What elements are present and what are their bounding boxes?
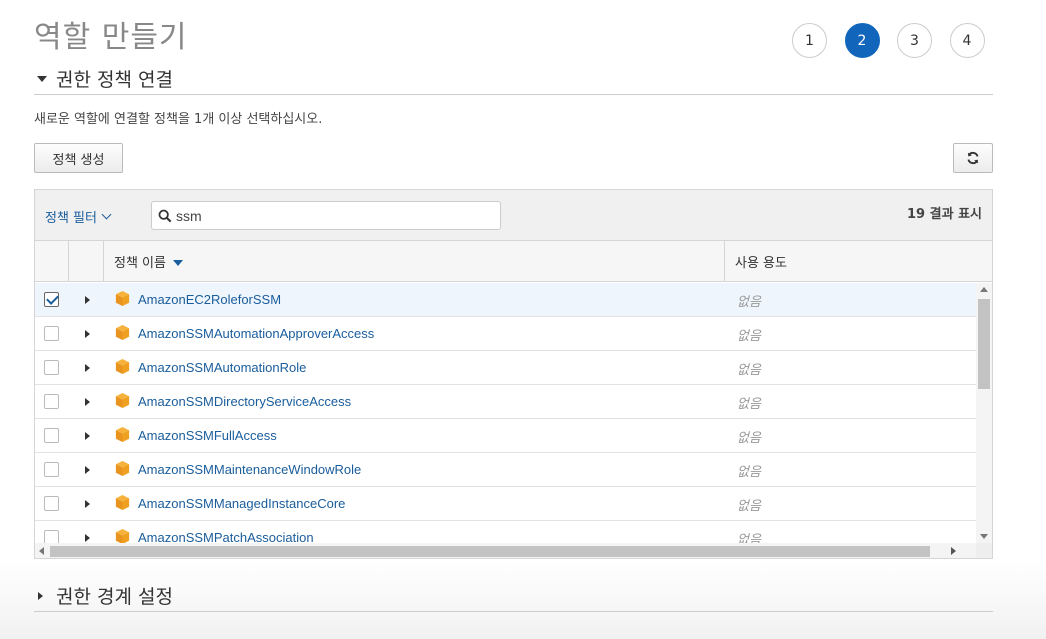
table-row[interactable]: AmazonSSMManagedInstanceCore 없음 (35, 487, 976, 521)
section-permission-boundary-header[interactable]: 권한 경계 설정 (34, 580, 993, 612)
section-attach-policies-title: 권한 정책 연결 (56, 69, 173, 91)
policy-usage: 없음 (737, 533, 761, 543)
policy-usage: 없음 (737, 295, 761, 310)
policy-name-link[interactable]: AmazonSSMDirectoryServiceAccess (138, 394, 351, 409)
policy-name-link[interactable]: AmazonSSMFullAccess (138, 428, 277, 443)
expand-row-icon[interactable] (85, 364, 90, 372)
expand-row-icon[interactable] (85, 398, 90, 406)
horizontal-scroll-thumb[interactable] (50, 546, 930, 557)
table-row[interactable]: AmazonSSMPatchAssociation 없음 (35, 521, 976, 543)
header-select-col (35, 241, 69, 282)
wizard-steps: 1 2 3 4 (792, 23, 1002, 58)
aws-policy-cube-icon (115, 324, 130, 341)
scroll-left-icon[interactable] (39, 547, 44, 555)
policy-name-link[interactable]: AmazonSSMAutomationRole (138, 360, 306, 375)
scrollbar-corner (976, 543, 992, 558)
policy-usage: 없음 (737, 363, 761, 378)
aws-policy-cube-icon (115, 290, 130, 307)
header-policy-name[interactable]: 정책 이름 (104, 241, 725, 282)
table-row[interactable]: AmazonEC2RoleforSSM 없음 (35, 283, 976, 317)
aws-policy-cube-icon (115, 392, 130, 409)
create-policy-button[interactable]: 정책 생성 (34, 143, 123, 173)
scroll-right-icon[interactable] (951, 547, 956, 555)
row-checkbox[interactable] (44, 462, 59, 477)
aws-policy-cube-icon (115, 460, 130, 477)
header-expand-col (69, 241, 104, 282)
search-box[interactable] (151, 201, 501, 230)
expand-row-icon[interactable] (85, 500, 90, 508)
step-4[interactable]: 4 (949, 23, 985, 58)
policy-usage: 없음 (737, 329, 761, 344)
sort-desc-icon (172, 259, 183, 266)
expand-row-icon[interactable] (85, 296, 90, 304)
table-row[interactable]: AmazonSSMDirectoryServiceAccess 없음 (35, 385, 976, 419)
step-2[interactable]: 2 (844, 23, 880, 58)
row-checkbox[interactable] (44, 530, 59, 543)
table-body: AmazonEC2RoleforSSM 없음 AmazonSSMAutomation… (35, 283, 976, 543)
table-header: 정책 이름 사용 용도 (35, 241, 992, 282)
policy-table: 정책 필터 19 결과 표시 정책 이름 사용 용도 AmazonEC2Role… (34, 189, 993, 559)
header-usage-label: 사용 용도 (735, 256, 787, 271)
policy-filter-dropdown[interactable]: 정책 필터 (45, 207, 112, 226)
table-row[interactable]: AmazonSSMFullAccess 없음 (35, 419, 976, 453)
aws-policy-cube-icon (115, 358, 130, 375)
aws-policy-cube-icon (115, 494, 130, 511)
result-count: 19 결과 표시 (907, 207, 982, 222)
step-3[interactable]: 3 (897, 23, 932, 58)
search-input[interactable] (176, 207, 476, 224)
policy-name-link[interactable]: AmazonSSMAutomationApproverAccess (138, 326, 374, 341)
aws-policy-cube-icon (115, 426, 130, 443)
vertical-scrollbar[interactable] (976, 283, 992, 543)
filter-bar: 정책 필터 19 결과 표시 (35, 190, 992, 241)
table-row[interactable]: AmazonSSMAutomationRole 없음 (35, 351, 976, 385)
page-title: 역할 만들기 (34, 20, 188, 55)
policy-name-link[interactable]: AmazonSSMMaintenanceWindowRole (138, 462, 361, 477)
scroll-up-icon[interactable] (980, 287, 988, 292)
vertical-scroll-thumb[interactable] (978, 299, 990, 389)
row-checkbox[interactable] (44, 428, 59, 443)
policy-filter-label: 정책 필터 (45, 211, 97, 226)
policy-usage: 없음 (737, 465, 761, 480)
table-row[interactable]: AmazonSSMAutomationApproverAccess 없음 (35, 317, 976, 351)
section-permission-boundary-title: 권한 경계 설정 (56, 586, 173, 608)
aws-policy-cube-icon (115, 528, 130, 543)
policy-name-link[interactable]: AmazonEC2RoleforSSM (138, 292, 281, 307)
horizontal-scrollbar[interactable] (35, 543, 976, 558)
row-checkbox[interactable] (44, 326, 59, 341)
table-row[interactable]: AmazonSSMMaintenanceWindowRole 없음 (35, 453, 976, 487)
expand-row-icon[interactable] (85, 534, 90, 542)
policy-usage: 없음 (737, 397, 761, 412)
expand-row-icon[interactable] (85, 466, 90, 474)
row-checkbox[interactable] (44, 360, 59, 375)
row-checkbox[interactable] (44, 496, 59, 511)
expand-row-icon[interactable] (85, 330, 90, 338)
row-checkbox[interactable] (44, 292, 59, 307)
caret-right-icon (34, 591, 50, 600)
header-policy-name-label: 정책 이름 (114, 256, 166, 271)
policy-name-link[interactable]: AmazonSSMManagedInstanceCore (138, 496, 345, 511)
row-checkbox[interactable] (44, 394, 59, 409)
step-1[interactable]: 1 (792, 23, 827, 58)
policy-usage: 없음 (737, 431, 761, 446)
chevron-down-icon (101, 209, 112, 220)
section-description: 새로운 역할에 연결할 정책을 1개 이상 선택하십시오. (34, 112, 323, 127)
header-usage[interactable]: 사용 용도 (725, 241, 992, 282)
policy-usage: 없음 (737, 499, 761, 514)
search-icon (158, 209, 172, 222)
refresh-icon (967, 151, 979, 165)
expand-row-icon[interactable] (85, 432, 90, 440)
section-attach-policies-header[interactable]: 권한 정책 연결 (34, 63, 993, 95)
caret-down-icon (34, 75, 50, 82)
refresh-button[interactable] (953, 143, 993, 173)
scroll-down-icon[interactable] (980, 534, 988, 539)
policy-name-link[interactable]: AmazonSSMPatchAssociation (138, 530, 314, 543)
